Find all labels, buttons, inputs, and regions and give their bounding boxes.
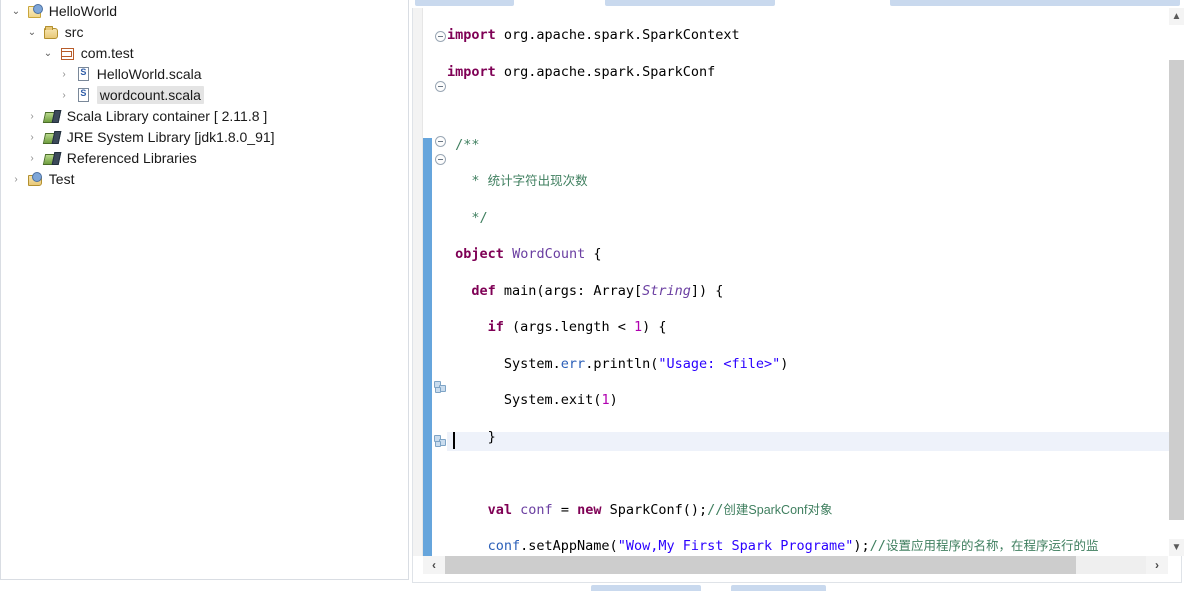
twisty-closed-icon[interactable]: › bbox=[57, 64, 71, 85]
twisty-open-icon[interactable]: ⌄ bbox=[25, 22, 39, 43]
code-line[interactable]: def main(args: Array[String]) { bbox=[447, 282, 1181, 300]
tree-item-label-selected: wordcount.scala bbox=[96, 85, 204, 104]
twisty-open-icon[interactable]: ⌄ bbox=[41, 43, 55, 64]
library-icon bbox=[43, 109, 60, 123]
tree-item-label: src bbox=[64, 23, 84, 40]
tree-item-jre-system-library[interactable]: › JRE System Library [jdk1.8.0_91] bbox=[1, 126, 408, 147]
bottom-view-tab-strip[interactable] bbox=[411, 583, 1184, 591]
tree-item-wordcount-scala[interactable]: › wordcount.scala bbox=[1, 84, 408, 105]
fold-collapse-icon[interactable] bbox=[435, 154, 446, 165]
quickfix-marker-icon[interactable] bbox=[434, 380, 447, 393]
code-line[interactable] bbox=[447, 99, 1181, 117]
code-line[interactable]: conf.setAppName("Wow,My First Spark Prog… bbox=[447, 537, 1181, 555]
code-line[interactable]: System.exit(1) bbox=[447, 391, 1181, 409]
eclipse-ide-window: ⌄ HelloWorld ⌄ src ⌄ com.test › HelloWor… bbox=[0, 0, 1184, 591]
scroll-left-arrow-icon[interactable]: ‹ bbox=[423, 556, 445, 574]
code-line[interactable]: import org.apache.spark.SparkConf bbox=[447, 63, 1181, 81]
project-tree[interactable]: ⌄ HelloWorld ⌄ src ⌄ com.test › HelloWor… bbox=[1, 0, 408, 189]
tree-item-label: Referenced Libraries bbox=[66, 149, 197, 166]
tree-item-label: JRE System Library bbox=[66, 128, 195, 145]
scroll-right-arrow-icon[interactable]: › bbox=[1146, 556, 1168, 574]
tree-item-referenced-libraries[interactable]: › Referenced Libraries bbox=[1, 147, 408, 168]
library-icon bbox=[43, 130, 60, 144]
editor-area: import org.apache.spark.SparkContext imp… bbox=[411, 0, 1184, 591]
code-text[interactable]: import org.apache.spark.SparkContext imp… bbox=[447, 8, 1181, 556]
horizontal-scroll-thumb[interactable] bbox=[445, 556, 1076, 574]
package-icon bbox=[59, 46, 74, 60]
tree-item-label: HelloWorld bbox=[48, 2, 117, 19]
library-icon bbox=[43, 151, 60, 165]
tree-item-scala-library-container[interactable]: › Scala Library container [ 2.11.8 ] bbox=[1, 105, 408, 126]
vertical-scroll-track[interactable] bbox=[1169, 25, 1184, 539]
fold-collapse-icon[interactable] bbox=[435, 136, 446, 147]
tree-item-src[interactable]: ⌄ src bbox=[1, 21, 408, 42]
fold-collapse-icon[interactable] bbox=[435, 81, 446, 92]
editor-tab-chip-active[interactable] bbox=[890, 0, 1180, 6]
code-line[interactable]: */ bbox=[447, 209, 1181, 227]
scala-file-icon bbox=[75, 66, 90, 81]
change-bar bbox=[423, 138, 432, 556]
source-folder-icon bbox=[43, 25, 58, 39]
twisty-closed-icon[interactable]: › bbox=[25, 148, 39, 169]
twisty-closed-icon[interactable]: › bbox=[9, 169, 23, 190]
package-explorer-panel: ⌄ HelloWorld ⌄ src ⌄ com.test › HelloWor… bbox=[0, 0, 409, 580]
bottom-tab-chip[interactable] bbox=[731, 585, 826, 591]
editor-overview-margin[interactable] bbox=[413, 8, 423, 556]
project-icon bbox=[27, 172, 42, 186]
editor-tab-strip[interactable] bbox=[411, 0, 1184, 8]
scroll-up-arrow-icon[interactable]: ▲ bbox=[1169, 8, 1184, 25]
twisty-closed-icon[interactable]: › bbox=[25, 106, 39, 127]
tree-item-helloworld[interactable]: ⌄ HelloWorld bbox=[1, 0, 408, 21]
editor-tab-chip[interactable] bbox=[415, 0, 514, 6]
fold-collapse-icon[interactable] bbox=[435, 31, 446, 42]
horizontal-scroll-track[interactable] bbox=[445, 556, 1146, 574]
tree-item-label: com.test bbox=[80, 44, 134, 61]
twisty-open-icon[interactable]: ⌄ bbox=[9, 1, 23, 22]
tree-item-test[interactable]: › Test bbox=[1, 168, 408, 189]
code-line[interactable]: import org.apache.spark.SparkContext bbox=[447, 26, 1181, 44]
editor-frame: import org.apache.spark.SparkContext imp… bbox=[412, 8, 1184, 583]
horizontal-scrollbar[interactable]: ‹ › bbox=[423, 556, 1168, 574]
vertical-scrollbar[interactable]: ▲ ▼ bbox=[1169, 8, 1184, 556]
quickfix-marker-icon[interactable] bbox=[434, 434, 447, 447]
editor-tab-chip[interactable] bbox=[605, 0, 775, 6]
tree-item-com-test[interactable]: ⌄ com.test bbox=[1, 42, 408, 63]
editor-gutter[interactable] bbox=[423, 8, 447, 556]
tree-item-helloworld-scala[interactable]: › HelloWorld.scala bbox=[1, 63, 408, 84]
tree-item-label: HelloWorld.scala bbox=[96, 65, 202, 82]
bottom-tab-chip[interactable] bbox=[591, 585, 701, 591]
tree-item-label: Test bbox=[48, 170, 75, 187]
code-line[interactable]: * 统计字符出现次数 bbox=[447, 172, 1181, 190]
code-line[interactable]: object WordCount { bbox=[447, 245, 1181, 263]
tree-item-label: Scala Library container [ 2.11.8 ] bbox=[66, 107, 268, 124]
twisty-closed-icon[interactable]: › bbox=[57, 85, 71, 106]
project-icon bbox=[27, 4, 43, 18]
vertical-scroll-thumb[interactable] bbox=[1169, 60, 1184, 520]
code-line[interactable] bbox=[447, 464, 1181, 482]
code-line[interactable]: if (args.length < 1) { bbox=[447, 318, 1181, 336]
code-line[interactable]: /** bbox=[447, 136, 1181, 154]
code-line[interactable]: val conf = new SparkConf();//创建SparkConf… bbox=[447, 501, 1181, 519]
scala-file-icon bbox=[75, 87, 90, 102]
code-line[interactable]: System.err.println("Usage: <file>") bbox=[447, 355, 1181, 373]
twisty-closed-icon[interactable]: › bbox=[25, 127, 39, 148]
scroll-down-arrow-icon[interactable]: ▼ bbox=[1169, 539, 1184, 556]
code-line[interactable]: } bbox=[447, 428, 1181, 446]
tree-item-label-suffix: [jdk1.8.0_91] bbox=[194, 128, 275, 145]
